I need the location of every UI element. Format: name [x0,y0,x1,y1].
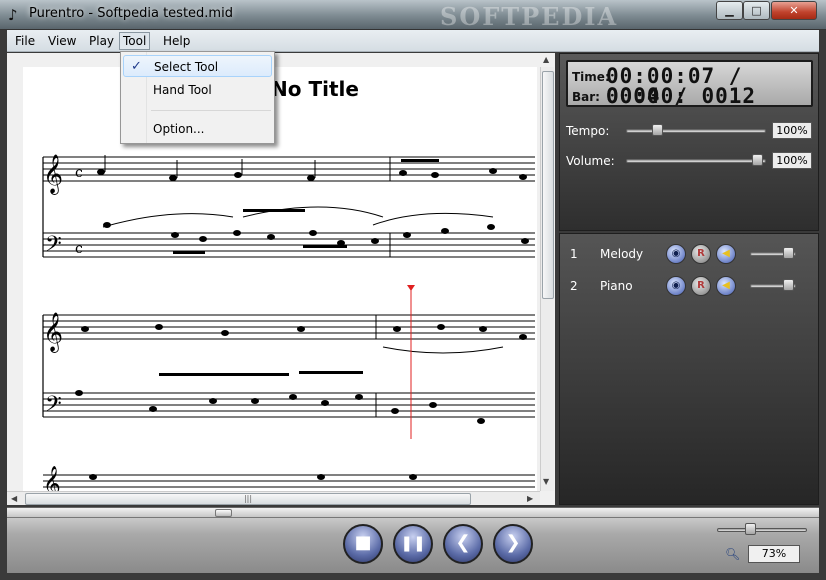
softpedia-watermark: SOFTPEDIA [440,2,619,31]
scroll-left-arrow-icon[interactable]: ◀ [11,494,17,503]
time-display: Time: 00:00:07 / 00:00: Bar: 0004 / 0012 [566,60,813,107]
speaker-icon[interactable]: ◀ [716,244,736,264]
transport-bar: ■ ❚❚ ❮ ❯ 🔍︎ 73% [7,507,819,573]
playhead[interactable] [407,285,415,439]
scroll-down-arrow-icon[interactable]: ▼ [543,477,549,486]
music-note-icon: ♪ [8,6,18,24]
menu-item-option[interactable]: Option... [123,118,272,140]
track-volume-slider-knob[interactable] [783,247,795,259]
track-list-panel: 1 Melody ◉ R ◀ 2 Piano ◉ R ◀ [559,233,819,505]
title-bar[interactable]: ♪ Purentro - Softpedia tested.mid SOFTPE… [0,0,826,31]
vertical-scrollbar[interactable]: ▲ ▼ [540,55,554,491]
bar-label: Bar: [572,90,600,104]
track-number: 1 [570,247,578,261]
menu-item-hand-tool[interactable]: Hand Tool [123,79,272,101]
zoom-value-box[interactable]: 73% [748,545,800,563]
volume-label: Volume: [566,154,615,168]
time-label: Time: [572,70,610,84]
vertical-scroll-thumb[interactable] [542,71,554,299]
playback-info-panel: Time: 00:00:07 / 00:00: Bar: 0004 / 0012… [559,53,819,231]
tool-menu-dropdown: ✓ Select Tool Hand Tool Option... [120,51,275,144]
stop-button[interactable]: ■ [343,524,383,564]
menu-help[interactable]: Help [160,33,193,49]
zoom-slider-knob[interactable] [744,523,756,535]
svg-text:c: c [75,241,83,257]
record-track-icon[interactable]: R [691,276,711,296]
treble-clef-icon: 𝄞 [43,154,63,195]
menu-separator [151,110,271,111]
menu-view[interactable]: View [45,33,79,49]
music-notation[interactable]: 𝄞 𝄢 𝄞 𝄢 𝄞 c c [23,67,537,491]
menu-item-label: Option... [153,122,205,136]
track-name: Melody [600,247,644,261]
menu-item-select-tool[interactable]: ✓ Select Tool [123,55,272,77]
maximize-button[interactable]: □ [743,1,770,20]
bar-value: 0004 / 0012 [606,84,757,108]
app-window: ♪ Purentro - Softpedia tested.mid SOFTPE… [0,0,826,580]
volume-value-box[interactable]: 100% [772,152,812,169]
tempo-slider-knob[interactable] [651,124,663,136]
show-track-eye-icon[interactable]: ◉ [666,276,686,296]
menu-item-label: Select Tool [154,60,219,74]
record-track-icon[interactable]: R [691,244,711,264]
score-view[interactable]: No Title 𝄞 𝄢 𝄞 𝄢 𝄞 c c ▲ ▼ ◀ ||| ▶ [7,53,555,505]
scroll-right-arrow-icon[interactable]: ▶ [527,494,533,503]
horizontal-scrollbar[interactable]: ◀ ||| ▶ [7,491,540,505]
menu-play[interactable]: Play [86,33,117,49]
svg-text:𝄞: 𝄞 [43,312,63,353]
track-number: 2 [570,279,578,293]
window-title: Purentro - Softpedia tested.mid [29,6,233,21]
menu-bar: File View Play Tool Help [7,30,819,52]
next-button[interactable]: ❯ [493,524,533,564]
song-position-knob[interactable] [215,509,233,517]
bass-clef-icon: 𝄢 [45,232,62,262]
speaker-icon[interactable]: ◀ [716,276,736,296]
volume-slider-knob[interactable] [752,154,764,166]
pause-button[interactable]: ❚❚ [393,524,433,564]
staff-lines [43,156,535,488]
checkmark-icon: ✓ [131,59,142,74]
minimize-button[interactable]: ▁ [716,1,743,20]
svg-text:𝄢: 𝄢 [45,392,62,422]
scroll-up-arrow-icon[interactable]: ▲ [543,55,549,64]
previous-button[interactable]: ❮ [443,524,483,564]
zoom-slider-track[interactable] [717,528,807,532]
score-page[interactable]: No Title 𝄞 𝄢 𝄞 𝄢 𝄞 c c [23,67,537,491]
show-track-eye-icon[interactable]: ◉ [666,244,686,264]
menu-file[interactable]: File [12,33,38,49]
close-button[interactable]: ✕ [771,1,817,20]
svg-text:𝄞: 𝄞 [43,466,61,491]
volume-slider-track[interactable] [626,159,766,163]
magnifier-icon: 🔍︎ [725,547,741,561]
menu-item-label: Hand Tool [153,83,212,97]
track-name: Piano [600,279,633,293]
tempo-label: Tempo: [566,124,610,138]
horizontal-scroll-thumb[interactable]: ||| [25,493,471,505]
tempo-value-box[interactable]: 100% [772,122,812,139]
svg-text:c: c [75,165,83,181]
track-volume-slider-knob[interactable] [783,279,795,291]
tempo-slider-track[interactable] [626,129,766,133]
menu-tool[interactable]: Tool [119,32,151,50]
song-position-track[interactable] [7,508,819,518]
